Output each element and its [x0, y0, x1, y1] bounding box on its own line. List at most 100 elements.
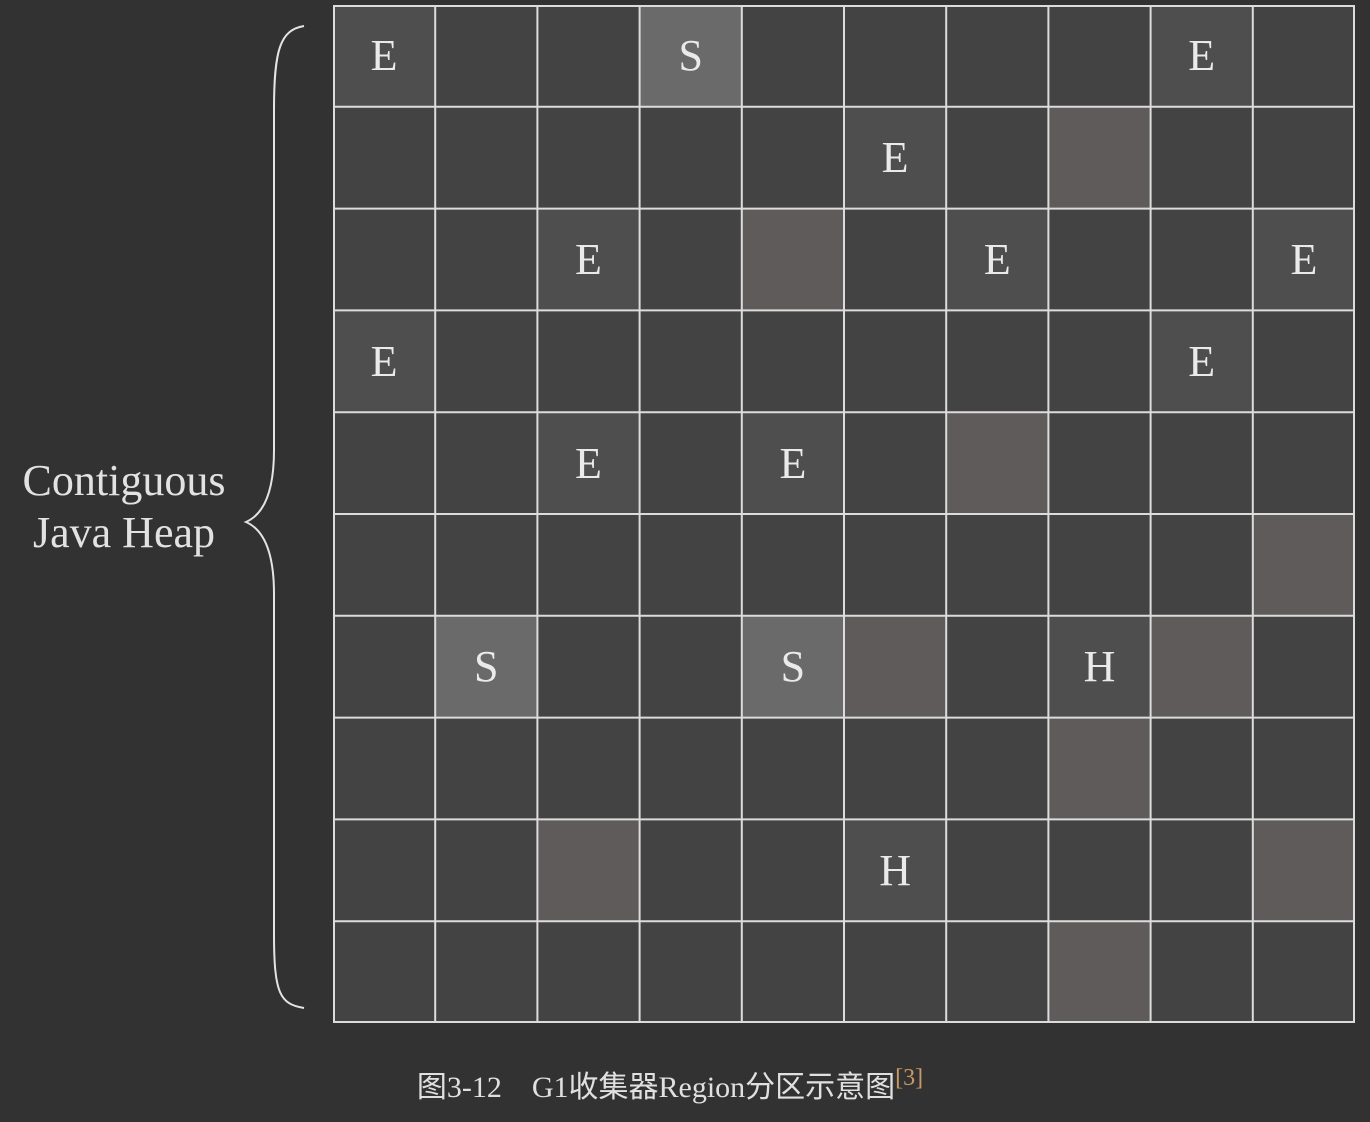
region-label: S	[678, 31, 703, 81]
region-grid: E S E E E E E E E E E S S H H	[333, 5, 1355, 1023]
region-free	[844, 5, 947, 107]
region-free	[946, 514, 1049, 616]
region-free	[844, 717, 947, 820]
region-free	[1150, 514, 1253, 616]
region-free	[844, 310, 947, 413]
region-free	[844, 412, 947, 514]
region-free	[1150, 412, 1253, 514]
region-free	[639, 310, 742, 413]
region-occupied	[1252, 819, 1355, 922]
region-eden: E	[946, 208, 1049, 311]
region-free	[946, 819, 1049, 922]
heap-label-line1: Contiguous	[22, 456, 226, 505]
region-eden: E	[333, 5, 436, 107]
region-free	[1150, 819, 1253, 922]
region-eden: E	[1150, 310, 1253, 413]
region-free	[946, 615, 1049, 718]
region-occupied	[1048, 106, 1151, 209]
region-free	[1252, 106, 1355, 209]
region-free	[537, 514, 640, 616]
region-free	[435, 106, 538, 209]
region-free	[1048, 310, 1151, 413]
region-label: E	[779, 438, 807, 488]
region-free	[333, 412, 436, 514]
region-free	[1150, 208, 1253, 311]
region-eden: E	[537, 208, 640, 311]
region-free	[741, 310, 844, 413]
region-free	[1048, 208, 1151, 311]
region-label: E	[1290, 234, 1318, 284]
region-free	[1048, 412, 1151, 514]
region-free	[537, 921, 640, 1023]
region-label: S	[780, 642, 806, 692]
region-free	[741, 819, 844, 922]
region-eden: E	[333, 310, 436, 413]
region-free	[1150, 921, 1253, 1023]
region-humongous: H	[844, 819, 947, 922]
figure-caption: 图3-12 G1收集器Region分区示意图[3]	[0, 1062, 1340, 1106]
region-label: E	[1188, 336, 1216, 386]
region-free	[537, 615, 640, 718]
region-occupied	[741, 208, 844, 311]
region-free	[844, 208, 947, 311]
region-free	[1150, 106, 1253, 209]
region-label: E	[1188, 31, 1216, 81]
region-free	[435, 921, 538, 1023]
region-eden: E	[1150, 5, 1253, 107]
region-free	[844, 921, 947, 1023]
region-free	[1252, 5, 1355, 107]
region-humongous: H	[1048, 615, 1151, 718]
region-free	[1252, 717, 1355, 820]
region-eden: E	[1252, 208, 1355, 311]
region-free	[639, 921, 742, 1023]
region-free	[435, 514, 538, 616]
region-occupied	[537, 819, 640, 922]
region-free	[435, 310, 538, 413]
region-label: H	[879, 845, 911, 895]
caption-reference: [3]	[895, 1065, 924, 1091]
region-free	[844, 514, 947, 616]
region-free	[639, 717, 742, 820]
region-free	[946, 921, 1049, 1023]
heap-label: Contiguous Java Heap	[0, 455, 248, 559]
region-free	[333, 208, 436, 311]
region-free	[741, 5, 844, 107]
region-label: S	[474, 642, 499, 692]
region-label: E	[575, 438, 602, 488]
region-free	[333, 106, 436, 209]
region-eden: E	[844, 106, 947, 209]
region-free	[537, 717, 640, 820]
region-free	[333, 819, 436, 922]
region-free	[741, 717, 844, 820]
region-label: H	[1083, 642, 1116, 692]
region-free	[639, 106, 742, 209]
region-label: E	[370, 31, 398, 81]
region-free	[435, 717, 538, 820]
region-free	[639, 615, 742, 718]
curly-brace-icon	[243, 25, 305, 1009]
region-eden: E	[537, 412, 640, 514]
region-eden: E	[741, 412, 844, 514]
region-free	[639, 819, 742, 922]
region-survivor: S	[639, 5, 742, 107]
region-free	[741, 921, 844, 1023]
region-occupied	[1048, 921, 1151, 1023]
region-free	[1252, 412, 1355, 514]
region-free	[1048, 5, 1151, 107]
region-occupied	[1150, 615, 1253, 718]
caption-text: 图3-12 G1收集器Region分区示意图	[416, 1071, 896, 1104]
region-free	[1048, 819, 1151, 922]
region-label: E	[575, 234, 602, 284]
region-free	[639, 412, 742, 514]
region-label: E	[370, 336, 398, 386]
region-free	[1048, 514, 1151, 616]
region-free	[1252, 615, 1355, 718]
region-occupied	[844, 615, 947, 718]
region-label: E	[983, 234, 1011, 284]
region-free	[537, 106, 640, 209]
region-free	[537, 5, 640, 107]
g1-region-diagram: Contiguous Java Heap E S E E E E E E E E E S S H H 图3-…	[0, 0, 1370, 1122]
region-free	[333, 615, 436, 718]
region-label: E	[881, 133, 909, 183]
region-occupied	[1048, 717, 1151, 820]
